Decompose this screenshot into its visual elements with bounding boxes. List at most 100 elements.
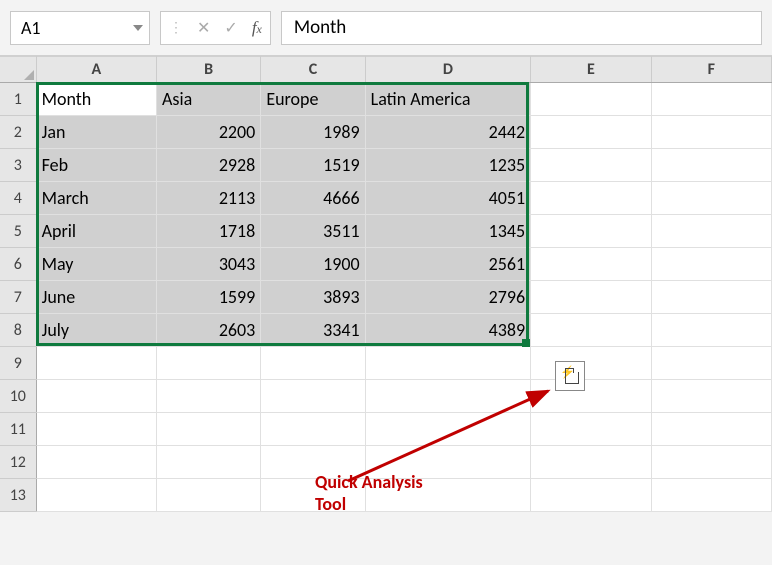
row-header[interactable]: 5: [0, 215, 36, 248]
cell-C8[interactable]: 3341: [261, 314, 365, 347]
cell-C5[interactable]: 3511: [261, 215, 365, 248]
cell-D5[interactable]: 1345: [365, 215, 531, 248]
cell-B2[interactable]: 2200: [156, 116, 260, 149]
quick-analysis-button[interactable]: ⚡: [555, 361, 585, 391]
cell-E3[interactable]: [531, 149, 651, 182]
cell-F7[interactable]: [651, 281, 771, 314]
cell-B1[interactable]: Asia: [156, 83, 260, 116]
cell-D4[interactable]: 4051: [365, 182, 531, 215]
name-box[interactable]: A1: [10, 11, 150, 45]
cell-F2[interactable]: [651, 116, 771, 149]
cell-A11[interactable]: [36, 413, 156, 446]
cell-B3[interactable]: 2928: [156, 149, 260, 182]
cell-E8[interactable]: [531, 314, 651, 347]
cell-C3[interactable]: 1519: [261, 149, 365, 182]
cell-B8[interactable]: 2603: [156, 314, 260, 347]
cell-D9[interactable]: [365, 347, 531, 380]
col-header-E[interactable]: E: [531, 57, 651, 83]
row-header[interactable]: 13: [0, 479, 36, 512]
cell-A3[interactable]: Feb: [36, 149, 156, 182]
cell-A8[interactable]: July: [36, 314, 156, 347]
cell-D6[interactable]: 2561: [365, 248, 531, 281]
cell-B6[interactable]: 3043: [156, 248, 260, 281]
cell-A13[interactable]: [36, 479, 156, 512]
cell-D13[interactable]: [365, 479, 531, 512]
cell-C13[interactable]: [261, 479, 365, 512]
cell-F10[interactable]: [651, 380, 771, 413]
col-header-C[interactable]: C: [261, 57, 365, 83]
row-header[interactable]: 10: [0, 380, 36, 413]
row-header[interactable]: 2: [0, 116, 36, 149]
cell-C9[interactable]: [261, 347, 365, 380]
cell-C10[interactable]: [261, 380, 365, 413]
cell-A5[interactable]: April: [36, 215, 156, 248]
cell-D12[interactable]: [365, 446, 531, 479]
cell-E6[interactable]: [531, 248, 651, 281]
col-header-D[interactable]: D: [365, 57, 531, 83]
cell-D7[interactable]: 2796: [365, 281, 531, 314]
cell-E1[interactable]: [531, 83, 651, 116]
cell-F11[interactable]: [651, 413, 771, 446]
cell-D1[interactable]: Latin America: [365, 83, 531, 116]
cell-B11[interactable]: [156, 413, 260, 446]
col-header-A[interactable]: A: [36, 57, 156, 83]
name-box-dropdown-icon[interactable]: [133, 25, 143, 31]
row-header[interactable]: 8: [0, 314, 36, 347]
cancel-icon[interactable]: ✕: [197, 18, 210, 38]
cell-F6[interactable]: [651, 248, 771, 281]
row-header[interactable]: 1: [0, 83, 36, 116]
cell-A9[interactable]: [36, 347, 156, 380]
cell-E12[interactable]: [531, 446, 651, 479]
col-header-B[interactable]: B: [156, 57, 260, 83]
row-header[interactable]: 12: [0, 446, 36, 479]
row-header[interactable]: 9: [0, 347, 36, 380]
cell-A12[interactable]: [36, 446, 156, 479]
cell-B10[interactable]: [156, 380, 260, 413]
cell-C11[interactable]: [261, 413, 365, 446]
cell-F1[interactable]: [651, 83, 771, 116]
cell-D8[interactable]: 4389: [365, 314, 531, 347]
cell-A10[interactable]: [36, 380, 156, 413]
cell-E9[interactable]: [531, 347, 651, 380]
cell-F5[interactable]: [651, 215, 771, 248]
cell-F4[interactable]: [651, 182, 771, 215]
formula-input[interactable]: Month: [281, 11, 762, 45]
cell-C4[interactable]: 4666: [261, 182, 365, 215]
formula-expand-icon[interactable]: ⋮: [169, 19, 183, 36]
cell-F3[interactable]: [651, 149, 771, 182]
cell-D11[interactable]: [365, 413, 531, 446]
cell-E4[interactable]: [531, 182, 651, 215]
cell-B13[interactable]: [156, 479, 260, 512]
select-all-corner[interactable]: [0, 57, 36, 83]
cell-A7[interactable]: June: [36, 281, 156, 314]
cell-F13[interactable]: [651, 479, 771, 512]
cell-C12[interactable]: [261, 446, 365, 479]
row-header[interactable]: 4: [0, 182, 36, 215]
cell-E13[interactable]: [531, 479, 651, 512]
col-header-F[interactable]: F: [651, 57, 771, 83]
cell-B9[interactable]: [156, 347, 260, 380]
cell-E2[interactable]: [531, 116, 651, 149]
enter-icon[interactable]: ✓: [224, 18, 237, 38]
cell-B12[interactable]: [156, 446, 260, 479]
cell-A1[interactable]: Month: [36, 83, 156, 116]
cell-D3[interactable]: 1235: [365, 149, 531, 182]
cell-E11[interactable]: [531, 413, 651, 446]
cell-E5[interactable]: [531, 215, 651, 248]
row-header[interactable]: 7: [0, 281, 36, 314]
cell-F9[interactable]: [651, 347, 771, 380]
cell-E10[interactable]: [531, 380, 651, 413]
cell-F8[interactable]: [651, 314, 771, 347]
cell-A6[interactable]: May: [36, 248, 156, 281]
cell-C7[interactable]: 3893: [261, 281, 365, 314]
cell-B5[interactable]: 1718: [156, 215, 260, 248]
cell-F12[interactable]: [651, 446, 771, 479]
cell-C6[interactable]: 1900: [261, 248, 365, 281]
row-header[interactable]: 11: [0, 413, 36, 446]
cell-B4[interactable]: 2113: [156, 182, 260, 215]
cell-D2[interactable]: 2442: [365, 116, 531, 149]
cell-A2[interactable]: Jan: [36, 116, 156, 149]
row-header[interactable]: 6: [0, 248, 36, 281]
cell-C2[interactable]: 1989: [261, 116, 365, 149]
cell-C1[interactable]: Europe: [261, 83, 365, 116]
